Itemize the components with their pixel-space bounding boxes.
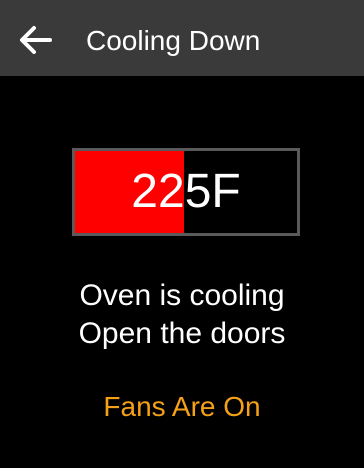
fan-status-text: Fans Are On xyxy=(103,391,261,422)
status-message-line-2: Open the doors xyxy=(78,317,286,350)
arrow-left-icon xyxy=(20,26,52,54)
back-button[interactable] xyxy=(16,20,56,60)
temperature-gauge: 225F xyxy=(72,148,300,236)
status-message-line-1: Oven is cooling xyxy=(79,279,285,312)
page-title: Cooling Down xyxy=(86,25,261,56)
temperature-value: 225F xyxy=(131,165,241,218)
header-bar: Cooling Down xyxy=(0,0,364,76)
